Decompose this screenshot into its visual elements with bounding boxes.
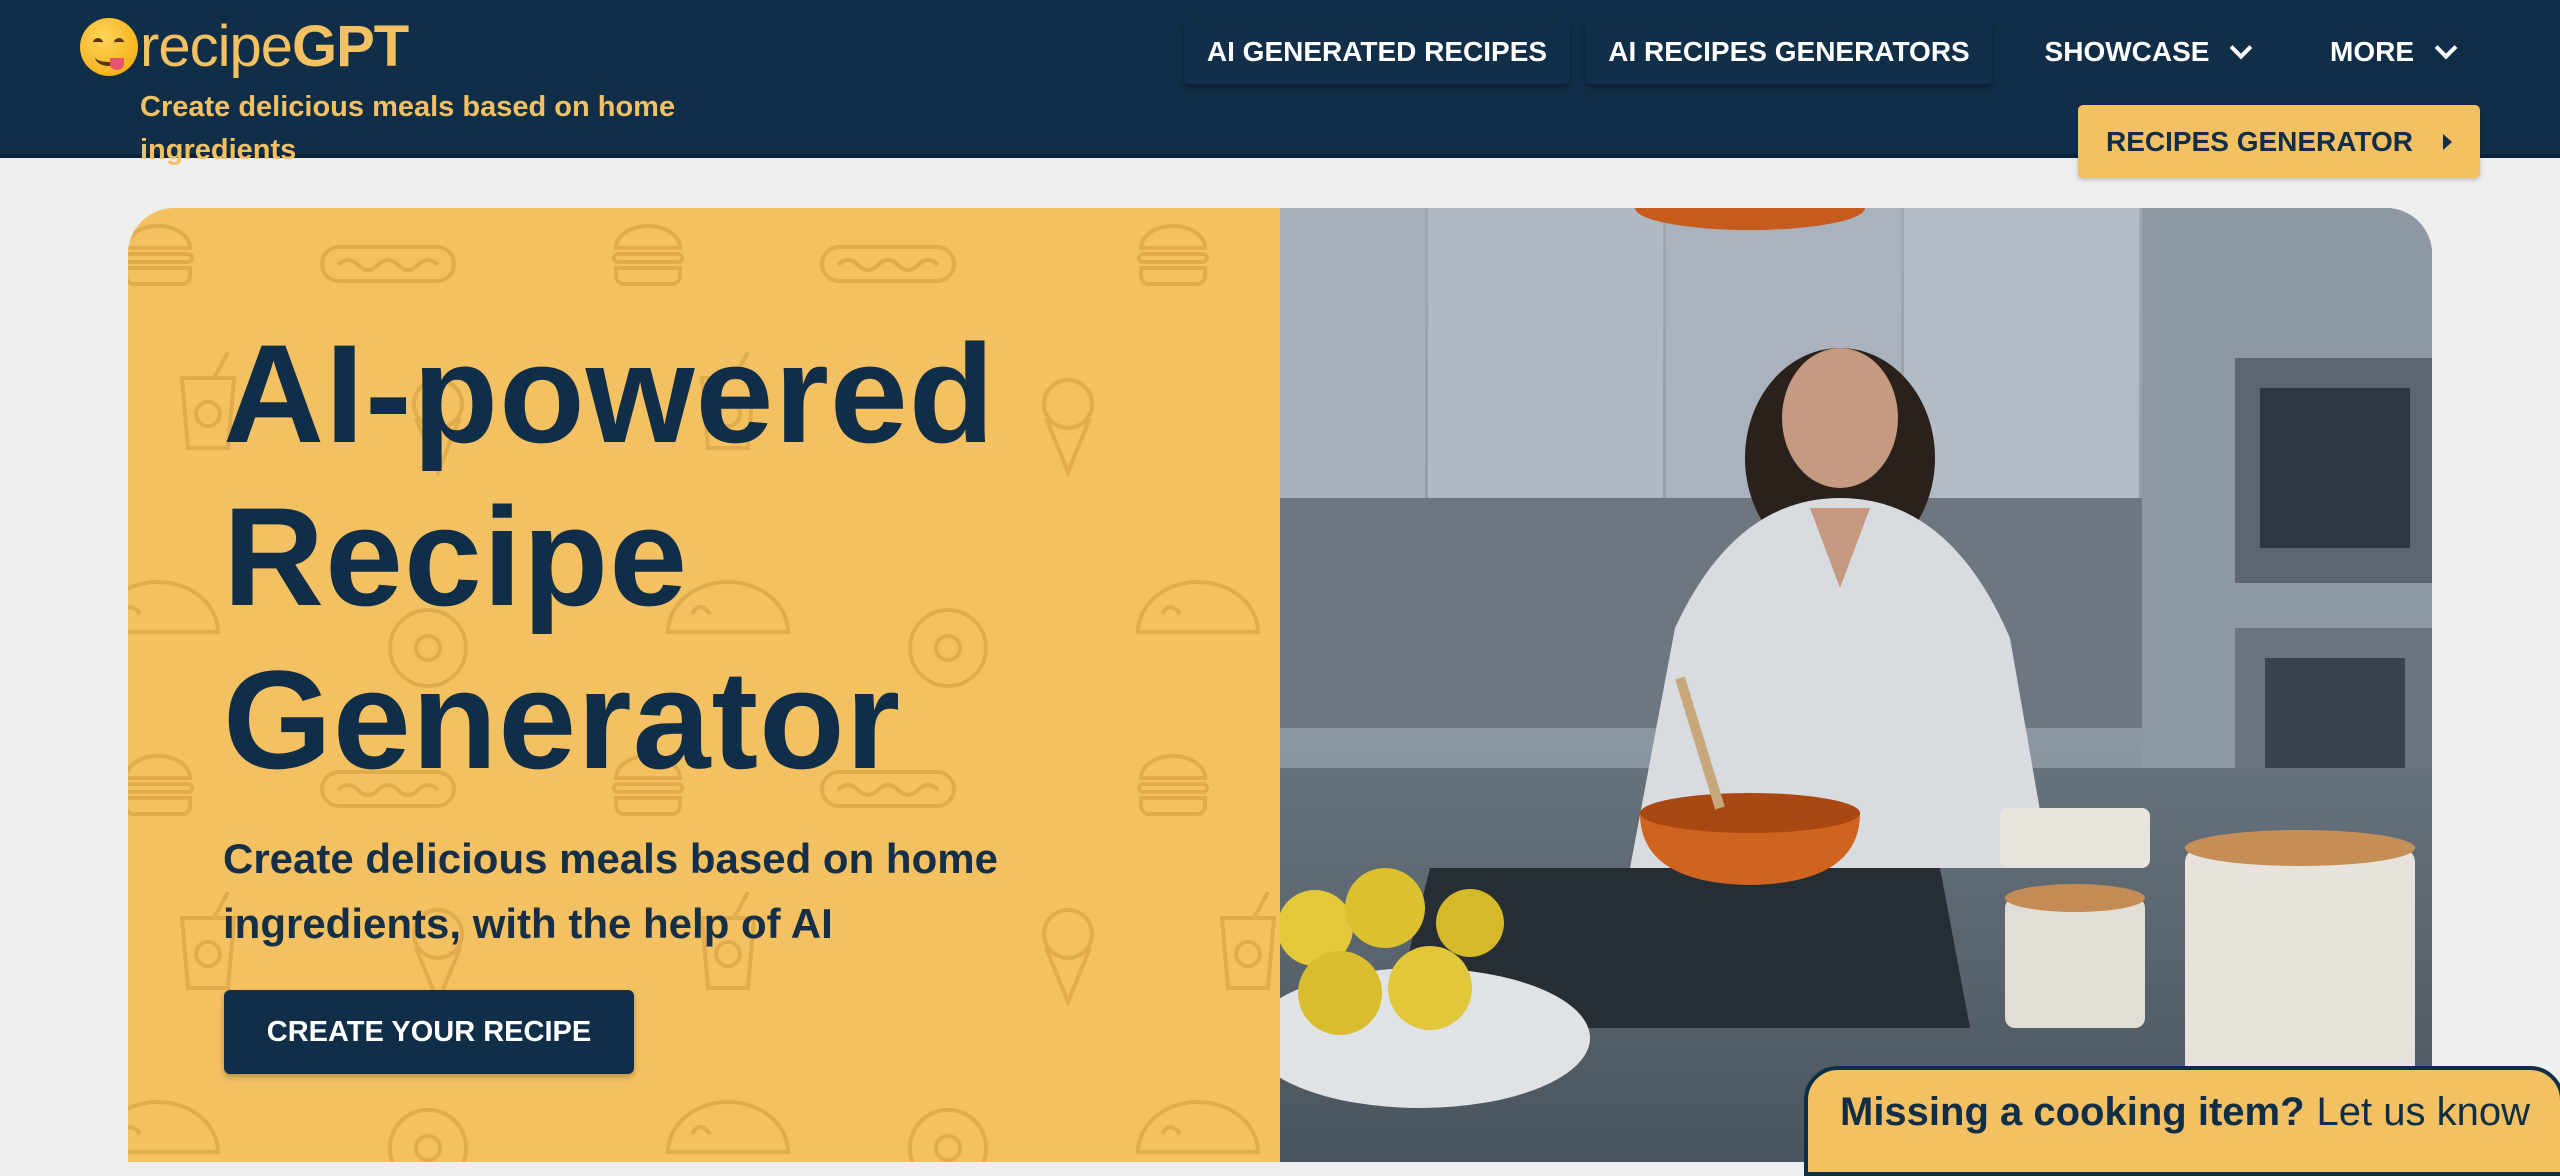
nav-label: AI RECIPES GENERATORS [1608,36,1970,67]
logo[interactable]: recipeGPT [80,18,409,76]
chevron-down-icon [2434,36,2458,60]
hero-text-panel: AI-powered Recipe Generator Create delic… [128,208,1280,1162]
hero-title-line: Generator [223,641,902,798]
site-header: recipeGPT Create delicious meals based o… [0,0,2560,178]
header-tagline: Create delicious meals based on home ing… [140,91,676,166]
recipes-generator-label: RECIPES GENERATOR [2105,125,2413,157]
caret-right-icon [2443,133,2452,150]
yum-face-icon [80,18,138,76]
logo-suffix: GPT [291,14,409,79]
nav-label: MORE [2330,36,2414,67]
hero-title-line: Recipe [223,478,689,635]
feedback-link[interactable]: Let us know [2317,1090,2530,1135]
nav-label: AI GENERATED RECIPES [1206,36,1548,67]
nav-ai-recipes-generators[interactable]: AI RECIPES GENERATORS [1586,20,1992,84]
create-recipe-label: CREATE YOUR RECIPE [266,1015,592,1048]
recipes-generator-button[interactable]: RECIPES GENERATOR [2078,105,2480,178]
nav-label: SHOWCASE [2044,36,2210,67]
nav-more[interactable]: MORE [2300,20,2484,84]
hero-section: AI-powered Recipe Generator Create delic… [128,208,2432,1162]
hero-title-line: AI-powered [223,315,996,472]
feedback-question: Missing a cooking item? [1840,1090,2305,1134]
feedback-tab[interactable]: Missing a cooking item? Let us know [1804,1066,2560,1176]
woman-cooking-photo-icon [1280,208,2432,1162]
nav-ai-generated-recipes[interactable]: AI GENERATED RECIPES [1184,20,1570,84]
logo-prefix: recipe [140,14,293,79]
create-recipe-button[interactable]: CREATE YOUR RECIPE [224,990,634,1074]
chevron-down-icon [2230,36,2253,60]
logo-text: recipeGPT [140,18,409,76]
hero-title: AI-powered Recipe Generator [223,312,1263,801]
nav-showcase[interactable]: SHOWCASE [2014,20,2280,84]
hero-image [1280,208,2432,1162]
hero-subtitle: Create delicious meals based on home ing… [223,835,998,947]
